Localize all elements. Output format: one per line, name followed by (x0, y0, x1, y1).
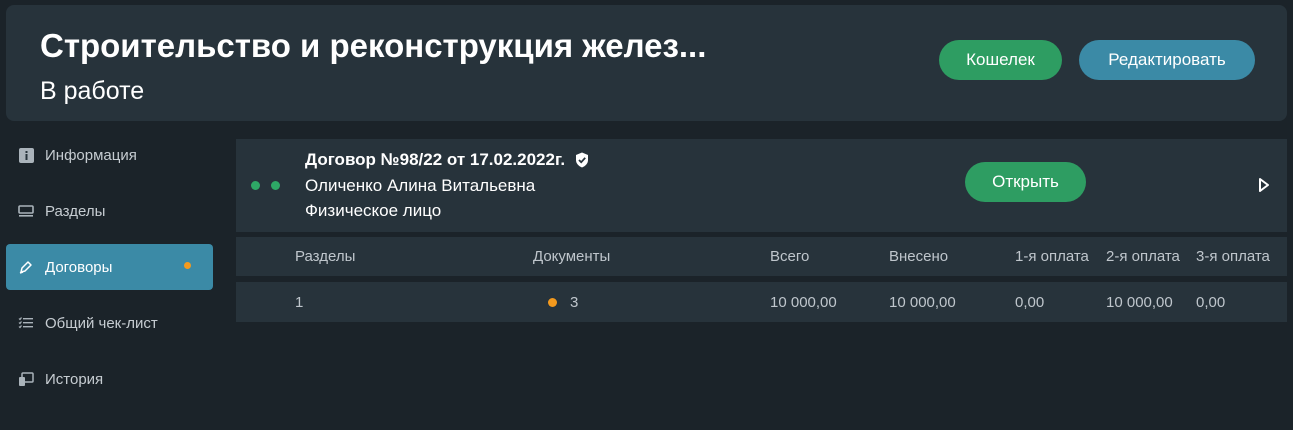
table-cell: 0,00 (1015, 293, 1045, 311)
contract-title-text: Договор №98/22 от 17.02.2022г. (305, 150, 566, 169)
pen-icon (18, 259, 34, 275)
notification-dot (184, 262, 191, 269)
sidebar-item-label: Разделы (45, 202, 106, 220)
contract-person-type: Физическое лицо (305, 201, 442, 220)
sidebar-item-contracts[interactable]: Договоры (6, 244, 213, 290)
open-button[interactable]: Открыть (965, 162, 1086, 202)
contract-card: Договор №98/22 от 17.02.2022г. Оличенко … (236, 139, 1287, 232)
status-dots (251, 181, 280, 190)
table-cell: 0,00 (1196, 293, 1226, 311)
info-icon (18, 147, 34, 163)
project-status: В работе (40, 77, 145, 105)
table-cell: 10 000,00 (1106, 293, 1173, 311)
sidebar-item-label: История (45, 370, 104, 388)
project-title: Строительство и реконструкция желез... (40, 27, 707, 64)
column-header: 2-я оплата (1106, 248, 1180, 265)
table-cell: 10 000,00 (770, 293, 837, 311)
table-cell-documents: 3 (548, 282, 578, 322)
column-header: 1-я оплата (1015, 248, 1089, 265)
wallet-button[interactable]: Кошелек (939, 40, 1062, 80)
play-icon[interactable] (1258, 177, 1270, 198)
column-header: Разделы (295, 248, 356, 265)
column-header: Документы (533, 248, 611, 265)
sidebar-item-information[interactable]: Информация (6, 132, 213, 178)
table-row[interactable]: 1 3 10 000,00 10 000,00 0,00 10 000,00 0… (236, 282, 1287, 322)
sidebar-item-checklist[interactable]: Общий чек-лист (6, 300, 213, 346)
sidebar-item-history[interactable]: История (6, 356, 213, 402)
status-dot (271, 181, 280, 190)
status-dot (251, 181, 260, 190)
table-cell: 1 (295, 293, 304, 311)
shield-check-icon (575, 152, 589, 168)
document-status-dot (548, 297, 557, 307)
project-header: Строительство и реконструкция желез... В… (6, 5, 1287, 121)
sidebar: Информация Разделы Договоры Общий чек-ли… (6, 132, 213, 412)
table-header: Разделы Документы Всего Внесено 1-я опла… (236, 237, 1287, 276)
sidebar-item-label: Договоры (45, 258, 113, 276)
devices-icon (18, 371, 34, 387)
sidebar-item-label: Общий чек-лист (45, 314, 158, 332)
sections-icon (18, 203, 34, 219)
table-cell: 3 (570, 293, 579, 311)
column-header: Внесено (889, 248, 949, 265)
contract-title: Договор №98/22 от 17.02.2022г. (305, 150, 589, 170)
column-header: 3-я оплата (1196, 248, 1270, 265)
edit-button[interactable]: Редактировать (1079, 40, 1255, 80)
table-cell: 10 000,00 (889, 293, 956, 311)
column-header: Всего (770, 248, 810, 265)
sidebar-item-sections[interactable]: Разделы (6, 188, 213, 234)
contract-person-name: Оличенко Алина Витальевна (305, 176, 536, 195)
sidebar-item-label: Информация (45, 146, 137, 164)
checklist-icon (18, 315, 34, 331)
